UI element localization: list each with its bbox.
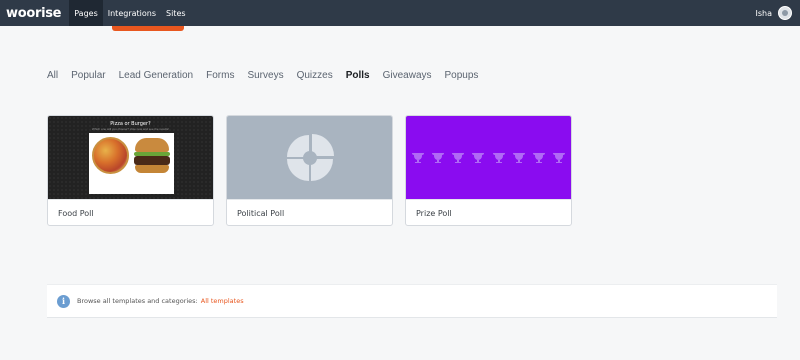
card-title: Food Poll	[48, 199, 213, 225]
card-title: Political Poll	[227, 199, 392, 225]
template-card-political-poll[interactable]: Political Poll	[226, 115, 393, 226]
woorise-logo[interactable]: woorise	[0, 0, 69, 26]
card-title: Prize Poll	[406, 199, 571, 225]
trophy-icon	[432, 153, 445, 163]
user-menu[interactable]: Isha	[756, 0, 800, 26]
tab-popups[interactable]: Popups	[445, 68, 479, 83]
top-nav-bar: woorise Pages Integrations Sites Isha	[0, 0, 800, 26]
trophy-icon	[532, 153, 545, 163]
political-poll-thumbnail	[227, 116, 392, 199]
trophy-icon	[452, 153, 465, 163]
nav-integrations[interactable]: Integrations	[103, 0, 161, 26]
trophy-row	[406, 152, 571, 164]
trophy-icon	[472, 153, 485, 163]
logo-text: woorise	[6, 5, 62, 21]
tab-giveaways[interactable]: Giveaways	[383, 68, 432, 83]
tab-quizzes[interactable]: Quizzes	[297, 68, 333, 83]
trophy-icon	[492, 153, 505, 163]
nav-sites[interactable]: Sites	[161, 0, 191, 26]
nav-pages-label: Pages	[74, 8, 98, 18]
category-tabs: All Popular Lead Generation Forms Survey…	[47, 68, 491, 83]
pizza-burger-image	[89, 133, 174, 194]
avatar	[778, 6, 792, 20]
nav-sites-label: Sites	[166, 8, 186, 18]
nav-pages[interactable]: Pages	[69, 0, 103, 26]
pie-chart-icon	[286, 133, 334, 181]
burger-image	[133, 136, 171, 176]
trophy-icon	[412, 153, 425, 163]
pizza-image	[92, 137, 129, 174]
tab-surveys[interactable]: Surveys	[247, 68, 283, 83]
all-templates-link[interactable]: All templates	[201, 297, 244, 305]
tab-polls[interactable]: Polls	[346, 68, 370, 83]
create-button-partial[interactable]	[112, 26, 184, 31]
tab-lead-generation[interactable]: Lead Generation	[119, 68, 194, 83]
nav-integrations-label: Integrations	[107, 8, 156, 18]
info-text: Browse all templates and categories:	[77, 297, 198, 305]
info-icon: i	[57, 294, 70, 308]
trophy-icon	[512, 153, 525, 163]
food-poll-thumbnail: Pizza or Burger? Which one will you choo…	[48, 116, 213, 199]
user-name: Isha	[755, 8, 773, 18]
template-card-food-poll[interactable]: Pizza or Burger? Which one will you choo…	[47, 115, 214, 226]
prize-poll-thumbnail	[406, 116, 571, 199]
thumb-subtitle: Which one will you choose? Vote now and …	[91, 127, 170, 131]
tab-all[interactable]: All	[47, 68, 58, 83]
tab-forms[interactable]: Forms	[206, 68, 234, 83]
browse-templates-info: i Browse all templates and categories: A…	[47, 284, 777, 318]
trophy-icon	[552, 153, 565, 163]
template-card-prize-poll[interactable]: Prize Poll	[405, 115, 572, 226]
tab-popular[interactable]: Popular	[71, 68, 105, 83]
